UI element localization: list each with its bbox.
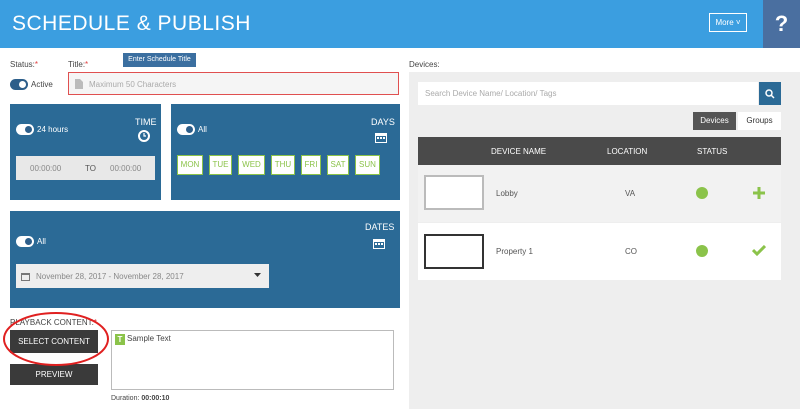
day-mon[interactable]: MON — [177, 155, 203, 175]
duration: Duration: 00:00:10 — [111, 395, 170, 402]
help-icon[interactable]: ? — [763, 0, 800, 48]
day-wed[interactable]: WED — [238, 155, 265, 175]
status-dot — [696, 187, 708, 199]
device-thumbnail — [424, 234, 484, 269]
date-range-value: November 28, 2017 - November 28, 2017 — [36, 272, 184, 281]
tab-devices[interactable]: Devices — [693, 112, 736, 130]
device-location: CO — [625, 247, 637, 256]
check-icon[interactable] — [752, 245, 766, 256]
date-range-select[interactable]: November 28, 2017 - November 28, 2017 — [16, 264, 269, 288]
24-hours-label: 24 hours — [37, 125, 69, 134]
24-hours-toggle[interactable] — [16, 124, 34, 135]
tab-groups[interactable]: Groups — [738, 112, 781, 130]
title-input[interactable]: Maximum 50 Characters — [68, 72, 399, 95]
day-sun[interactable]: SUN — [355, 155, 380, 175]
devices-label: Devices: — [409, 60, 440, 69]
search-icon — [765, 89, 775, 99]
chevron-down-icon — [254, 273, 261, 277]
calendar-icon — [373, 239, 385, 249]
dates-all-label: All — [37, 237, 46, 246]
more-button[interactable]: More ˅ — [709, 13, 747, 32]
column-status: STATUS — [697, 147, 728, 156]
column-location: LOCATION — [607, 147, 648, 156]
clock-icon — [138, 130, 150, 142]
text-content-badge: T — [115, 334, 125, 345]
column-device-name: DEVICE NAME — [491, 147, 547, 156]
days-heading: DAYS — [371, 117, 395, 127]
content-box: T Sample Text — [111, 330, 394, 390]
start-time-input[interactable]: 00:00:00 — [30, 164, 61, 173]
calendar-icon — [21, 273, 30, 281]
plus-icon[interactable] — [753, 187, 765, 199]
content-item[interactable]: Sample Text — [127, 334, 171, 343]
day-tue[interactable]: TUE — [209, 155, 232, 175]
status-value: Active — [31, 80, 53, 89]
device-name: Property 1 — [496, 247, 533, 256]
device-location: VA — [625, 189, 636, 198]
document-icon — [75, 79, 83, 89]
dates-heading: DATES — [365, 222, 395, 232]
title-tooltip: Enter Schedule Title — [123, 53, 196, 67]
device-name: Lobby — [496, 189, 518, 198]
day-thu[interactable]: THU — [271, 155, 295, 175]
table-row[interactable]: Property 1 CO — [418, 223, 781, 280]
to-label: TO — [85, 164, 96, 173]
end-time-input[interactable]: 00:00:00 — [110, 164, 141, 173]
page-title: SCHEDULE & PUBLISH — [12, 12, 251, 35]
title-placeholder: Maximum 50 Characters — [89, 80, 177, 89]
search-button[interactable] — [759, 82, 781, 105]
days-all-label: All — [198, 125, 207, 134]
calendar-icon — [375, 133, 387, 143]
status-label: Status:* — [10, 60, 39, 69]
days-all-toggle[interactable] — [177, 124, 195, 135]
table-row[interactable]: Lobby VA — [418, 165, 781, 222]
days-panel — [171, 104, 400, 200]
dates-panel — [10, 211, 400, 308]
time-heading: TIME — [135, 117, 157, 127]
time-range: 00:00:00 TO 00:00:00 — [16, 156, 155, 180]
dates-all-toggle[interactable] — [16, 236, 34, 247]
title-label: Title:* — [68, 60, 89, 69]
day-fri[interactable]: FRI — [301, 155, 321, 175]
status-dot — [696, 245, 708, 257]
device-search-input[interactable]: Search Device Name/ Location/ Tags — [418, 82, 758, 105]
device-search-placeholder: Search Device Name/ Location/ Tags — [425, 89, 557, 98]
devices-table-header: DEVICE NAME LOCATION STATUS — [418, 137, 781, 165]
status-toggle[interactable] — [10, 79, 28, 90]
device-thumbnail — [424, 175, 484, 210]
day-sat[interactable]: SAT — [327, 155, 349, 175]
annotation-circle — [3, 312, 109, 366]
